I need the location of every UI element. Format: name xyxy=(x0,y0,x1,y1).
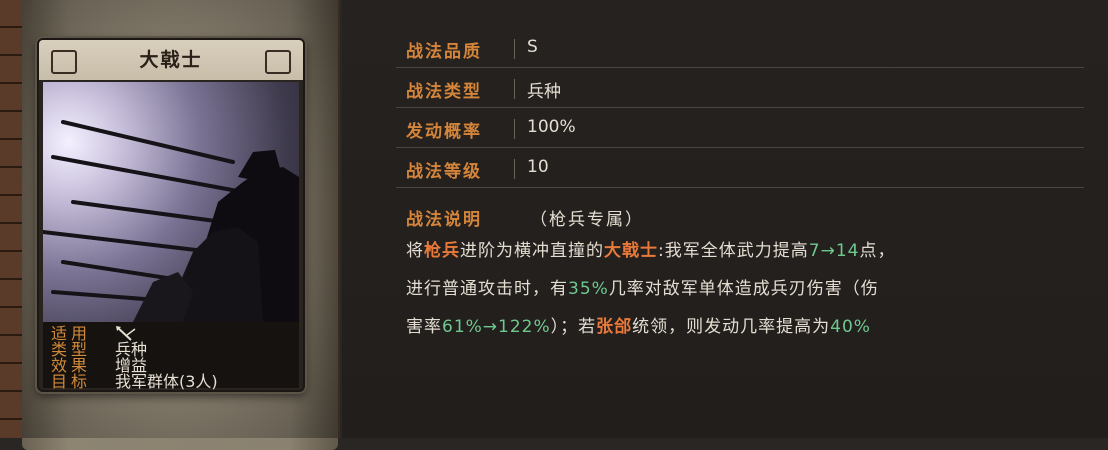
attr-value: 100% xyxy=(527,117,576,137)
description-line-3: 害率61%→122%）；若张郃统领，则发动几率提高为40% xyxy=(406,312,871,337)
desc-text: 将 xyxy=(406,241,424,261)
desc-text: 点， xyxy=(859,241,896,261)
attr-row-type: 战法类型 兵种 xyxy=(396,69,1084,108)
desc-highlight: 大戟士 xyxy=(604,241,658,261)
attr-label: 战法等级 xyxy=(406,162,482,182)
attr-row-quality: 战法品质 S xyxy=(396,29,1084,68)
title-ornament-right-icon xyxy=(265,50,291,74)
card-title-bar: 大戟士 xyxy=(39,40,303,80)
row-divider xyxy=(514,79,515,99)
desc-text: 几率对敌军单体造成兵刃伤害（伤 xyxy=(608,279,879,299)
attr-value: 兵种 xyxy=(527,82,561,102)
attr-value: 10 xyxy=(527,157,549,177)
desc-arrow: → xyxy=(820,241,836,261)
desc-highlight: 枪兵 xyxy=(424,241,460,261)
info-value: 我军群体(3人) xyxy=(115,372,218,391)
desc-text: 害率 xyxy=(406,317,442,337)
description-heading: 战法说明 xyxy=(406,210,482,230)
desc-text: 进行普通攻击时，有 xyxy=(406,279,568,299)
card-artwork xyxy=(43,82,299,322)
charging-soldiers-silhouette-icon xyxy=(43,120,299,322)
desc-highlight: 张郃 xyxy=(596,317,633,337)
desc-number: 14 xyxy=(835,241,860,261)
title-ornament-left-icon xyxy=(51,50,77,74)
attr-label: 战法品质 xyxy=(406,42,482,62)
desc-number: 40% xyxy=(830,317,871,337)
attr-label: 战法类型 xyxy=(406,82,482,102)
attr-row-trigger-rate: 发动概率 100% xyxy=(396,109,1084,148)
desc-text: :我军全体武力提高 xyxy=(658,241,809,261)
desc-number: 122% xyxy=(498,317,551,337)
row-divider xyxy=(514,39,515,59)
row-divider xyxy=(514,159,515,179)
attr-row-level: 战法等级 10 xyxy=(396,149,1084,188)
desc-text: 统领，则发动几率提高为 xyxy=(632,317,831,337)
desc-text: ）；若 xyxy=(550,317,597,337)
card-title: 大戟士 xyxy=(139,49,203,71)
desc-number: 61% xyxy=(442,317,483,337)
description-line-2: 进行普通攻击时，有35%几率对敌军单体造成兵刃伤害（伤 xyxy=(406,274,879,299)
skill-card[interactable]: 大戟士 适用 类型 兵种 效果 增益 目标 我军群体(3人) xyxy=(37,38,305,392)
desc-number: 35% xyxy=(568,279,609,299)
desc-number: 7 xyxy=(808,241,821,261)
info-row-target: 目标 我军群体(3人) xyxy=(49,371,295,391)
brick-wall-left xyxy=(0,0,22,438)
description-line-1: 将枪兵进阶为横冲直撞的大戟士:我军全体武力提高7→14点， xyxy=(406,236,895,261)
desc-arrow: → xyxy=(482,317,499,337)
card-info-panel: 适用 类型 兵种 效果 增益 目标 我军群体(3人) xyxy=(43,322,299,390)
info-key: 目标 xyxy=(51,372,92,391)
attr-label: 发动概率 xyxy=(406,122,482,142)
attr-value: S xyxy=(527,37,538,57)
desc-text: 进阶为横冲直撞的 xyxy=(460,241,604,261)
description-note: （枪兵专属） xyxy=(530,210,644,230)
row-divider xyxy=(514,119,515,139)
